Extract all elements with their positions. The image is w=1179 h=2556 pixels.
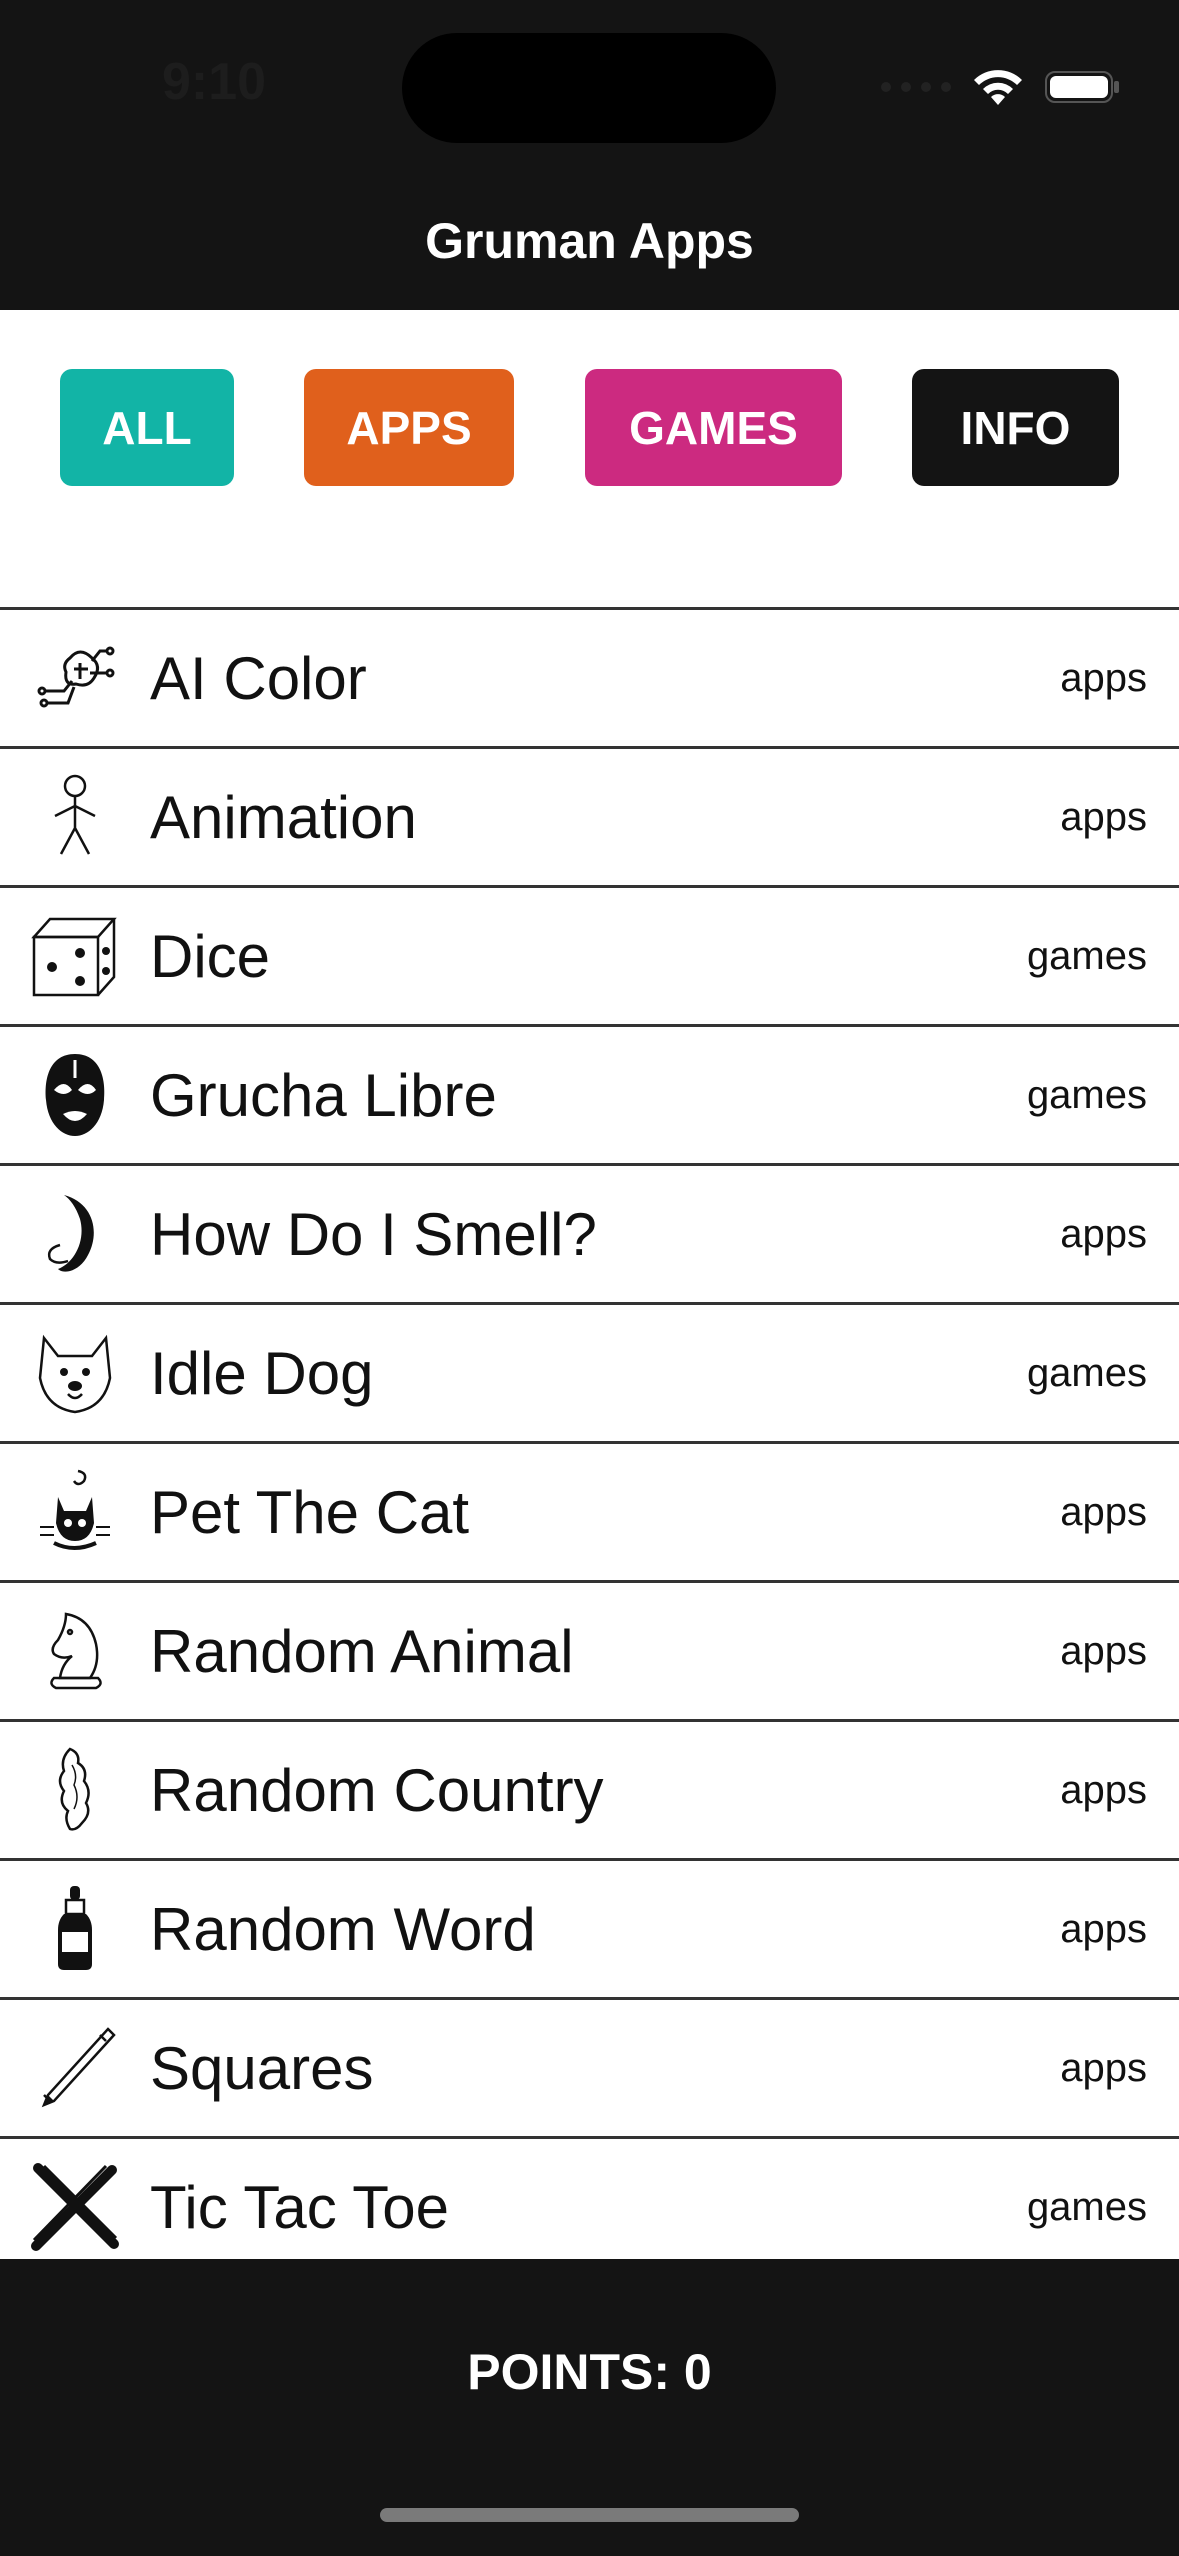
list-item-grucha-libre[interactable]: Grucha Libre games	[0, 1027, 1179, 1166]
list-item-ai-color[interactable]: AI Color apps	[0, 610, 1179, 749]
app-category: apps	[1060, 655, 1147, 700]
home-indicator[interactable]	[380, 2508, 799, 2522]
app-name: Idle Dog	[150, 1339, 374, 1407]
stick-figure-icon	[30, 772, 120, 862]
x-mark-icon	[30, 2162, 120, 2252]
app-category: games	[1026, 1350, 1147, 1395]
list-item-random-word[interactable]: Random Word apps	[0, 1861, 1179, 2000]
dog-face-icon	[30, 1328, 120, 1418]
cellular-signal-icon	[881, 82, 951, 92]
app-name: Animation	[150, 783, 417, 851]
chess-knight-icon	[30, 1606, 120, 1696]
list-item-animation[interactable]: Animation apps	[0, 749, 1179, 888]
status-bar: 9:10	[0, 0, 1179, 180]
list-item-idle-dog[interactable]: Idle Dog games	[0, 1305, 1179, 1444]
list-item-how-do-i-smell[interactable]: How Do I Smell? apps	[0, 1166, 1179, 1305]
app-category: games	[1026, 1072, 1147, 1117]
status-indicators	[881, 62, 1121, 112]
wrestler-mask-icon	[30, 1050, 120, 1140]
app-category: apps	[1060, 1211, 1147, 1256]
app-header: Gruman Apps	[0, 180, 1179, 310]
page-title: Gruman Apps	[425, 213, 754, 269]
app-list: AI Color apps Animation apps Dice games	[0, 607, 1179, 2262]
app-name: Random Country	[150, 1756, 604, 1824]
app-category: apps	[1060, 794, 1147, 839]
filter-games-button[interactable]: GAMES	[585, 369, 842, 486]
app-name: Random Word	[150, 1895, 536, 1963]
list-item-random-animal[interactable]: Random Animal apps	[0, 1583, 1179, 1722]
app-name: How Do I Smell?	[150, 1200, 597, 1268]
pencil-icon	[30, 2023, 120, 2113]
list-item-squares[interactable]: Squares apps	[0, 2000, 1179, 2139]
country-map-icon	[30, 1745, 120, 1835]
app-category: apps	[1060, 1767, 1147, 1812]
list-item-random-country[interactable]: Random Country apps	[0, 1722, 1179, 1861]
filter-bar: ALL APPS GAMES INFO	[0, 310, 1179, 608]
status-time: 9:10	[162, 53, 267, 111]
dice-icon	[30, 911, 120, 1001]
app-name: Squares	[150, 2034, 374, 2102]
filter-apps-button[interactable]: APPS	[304, 369, 514, 486]
app-category: apps	[1060, 1628, 1147, 1673]
app-category: games	[1026, 933, 1147, 978]
app-name: Pet The Cat	[150, 1478, 470, 1546]
battery-icon	[1045, 71, 1119, 103]
app-name: Tic Tac Toe	[150, 2173, 450, 2241]
cat-icon	[30, 1467, 120, 1557]
points-counter: POINTS: 0	[467, 2344, 712, 2400]
filter-all-button[interactable]: ALL	[60, 369, 234, 486]
app-name: Grucha Libre	[150, 1061, 497, 1129]
app-name: Random Animal	[150, 1617, 574, 1685]
dynamic-island	[402, 33, 776, 143]
app-name: AI Color	[150, 644, 367, 712]
app-category: apps	[1060, 1489, 1147, 1534]
list-item-dice[interactable]: Dice games	[0, 888, 1179, 1027]
list-item-pet-the-cat[interactable]: Pet The Cat apps	[0, 1444, 1179, 1583]
list-item-tic-tac-toe[interactable]: Tic Tac Toe games	[0, 2139, 1179, 2262]
brain-circuit-icon	[30, 633, 120, 723]
app-category: games	[1026, 2184, 1147, 2229]
dropper-bottle-icon	[30, 1884, 120, 1974]
wifi-icon	[974, 70, 1022, 105]
app-name: Dice	[150, 922, 271, 990]
app-category: apps	[1060, 2045, 1147, 2090]
nose-icon	[30, 1189, 120, 1279]
app-category: apps	[1060, 1906, 1147, 1951]
info-button[interactable]: INFO	[912, 369, 1119, 486]
